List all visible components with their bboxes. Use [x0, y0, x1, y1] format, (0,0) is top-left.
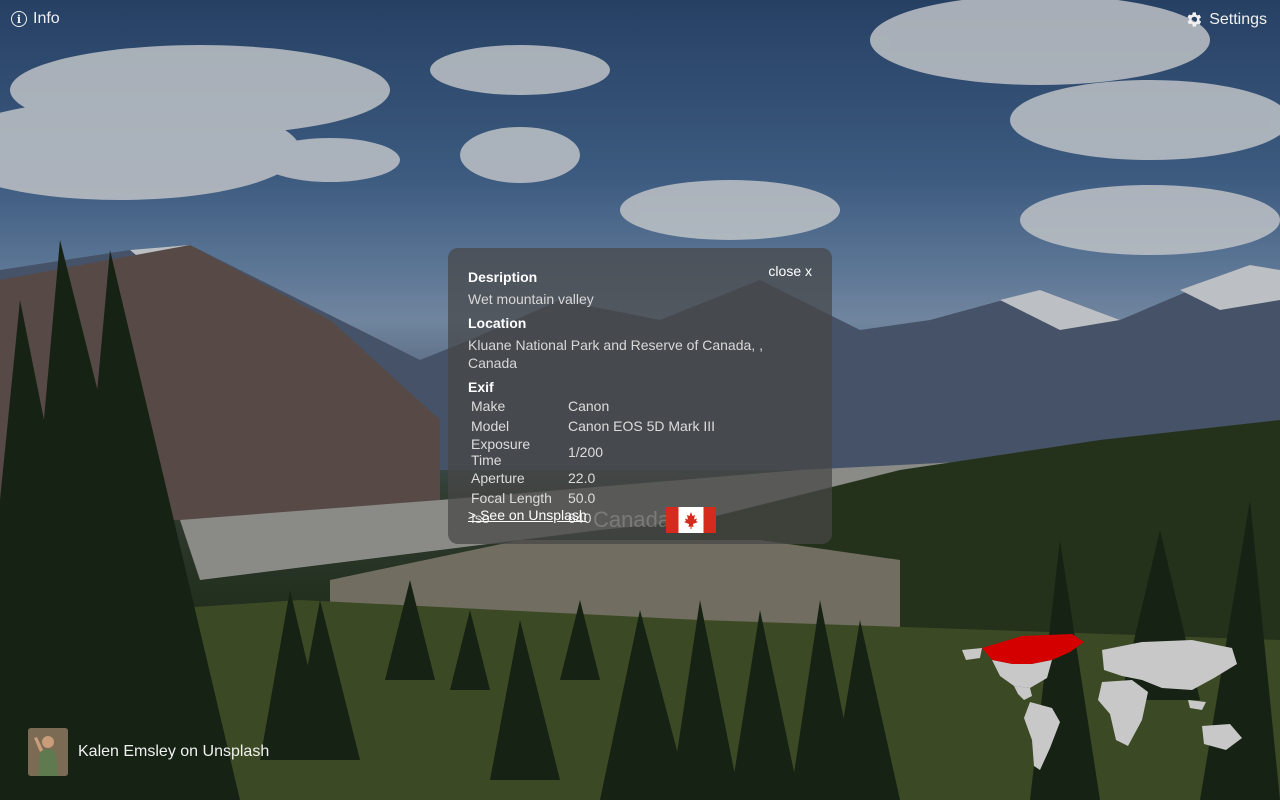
exif-value: Canon EOS 5D Mark III — [568, 418, 716, 434]
exif-key: Aperture — [471, 470, 525, 486]
photographer-credit[interactable]: Kalen Emsley on Unsplash — [28, 728, 269, 776]
location-value: Kluane National Park and Reserve of Cana… — [468, 337, 763, 371]
see-on-unsplash-link[interactable]: > See on Unsplash — [468, 507, 587, 523]
exif-title: Exif — [468, 379, 494, 395]
location-title: Location — [468, 315, 527, 331]
exif-row: Focal Length 50.0 — [468, 488, 717, 508]
avatar — [28, 728, 68, 776]
background-photo: i Info Settings close x Desription Wet m… — [0, 0, 1280, 800]
world-map-icon — [962, 634, 1242, 770]
exif-key: Exposure Time — [471, 436, 531, 468]
exif-row: Model Canon EOS 5D Mark III — [468, 416, 717, 436]
photo-info-panel: close x Desription Wet mountain valley L… — [448, 248, 832, 544]
description-value: Wet mountain valley — [468, 291, 594, 307]
exif-row: Aperture 22.0 — [468, 468, 717, 488]
description-title: Desription — [468, 269, 538, 285]
exif-key: Focal Length — [471, 490, 552, 506]
exif-value: 50.0 — [568, 490, 596, 506]
info-icon: i — [11, 11, 27, 27]
exif-key: Model — [471, 418, 510, 434]
country-name: Canada — [593, 507, 671, 532]
exif-value: 1/200 — [568, 444, 604, 460]
close-button[interactable]: close x — [768, 263, 812, 279]
credit-label: Kalen Emsley on Unsplash — [78, 743, 270, 760]
exif-key: Make — [471, 398, 506, 414]
exif-row: Make Canon — [468, 396, 717, 416]
gear-icon — [1187, 12, 1202, 27]
settings-button[interactable]: Settings — [1184, 10, 1267, 29]
unsplash-row: > See on Unsplash — [468, 507, 587, 523]
settings-label: Settings — [1209, 10, 1267, 28]
exif-value: 22.0 — [568, 470, 596, 486]
canada-flag-icon — [666, 507, 716, 533]
exif-row: Exposure Time 1/200 — [468, 436, 717, 468]
info-label: Info — [33, 10, 60, 27]
info-button[interactable]: i Info — [11, 10, 60, 28]
exif-value: Canon — [568, 398, 610, 414]
